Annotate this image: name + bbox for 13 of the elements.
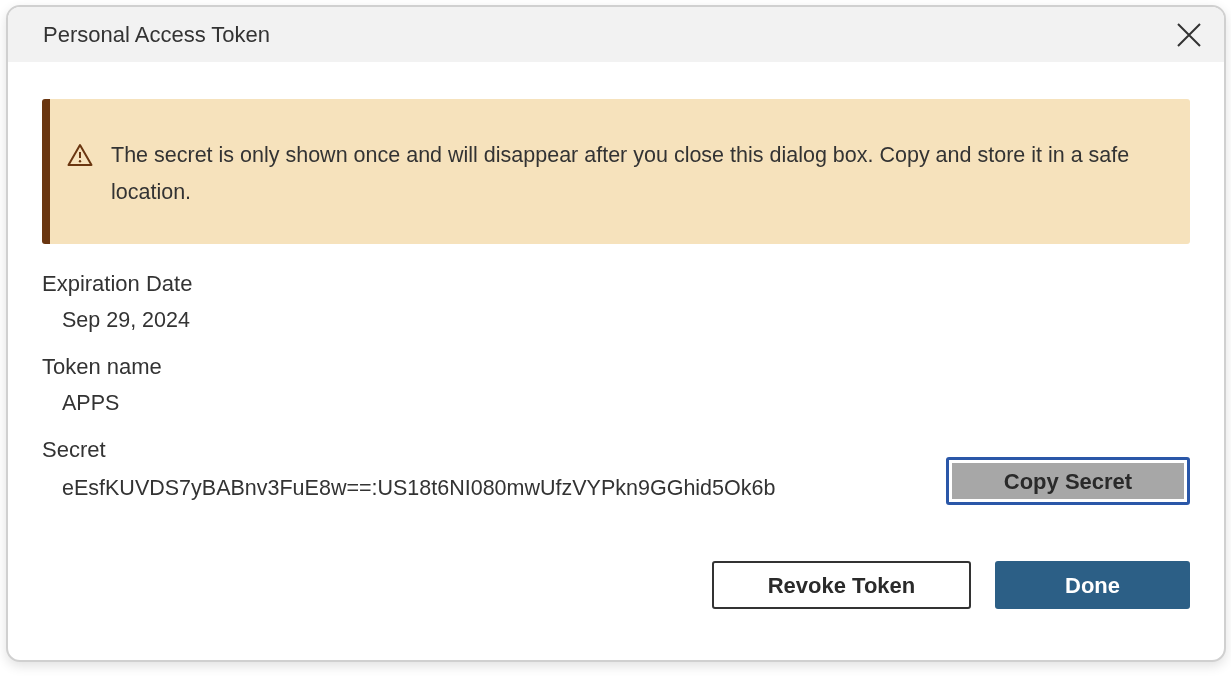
close-icon [1176,21,1202,48]
field-value: Sep 29, 2024 [61,307,190,334]
warning-icon [67,143,93,167]
field-label: Secret [42,436,107,464]
done-button[interactable]: Done [995,561,1190,609]
warning-text: The secret is only shown once and will disappear after you close this dialog box. Copy and store it in a safe location. [111,142,1131,206]
field-label: Token name [42,353,163,381]
revoke-button[interactable]: Revoke Token [712,561,971,609]
dialog-title: Personal Access Token [43,21,271,49]
field-value: APPS [61,390,120,417]
field-label: Expiration Date [42,270,194,298]
field-value: eEsfKUVDS7yBABnv3FuE8w==:US18t6NI080mwUfzVYPkn9GGhid5Ok6b [61,475,776,502]
copy-secret-button[interactable]: Copy Secret [946,457,1190,505]
